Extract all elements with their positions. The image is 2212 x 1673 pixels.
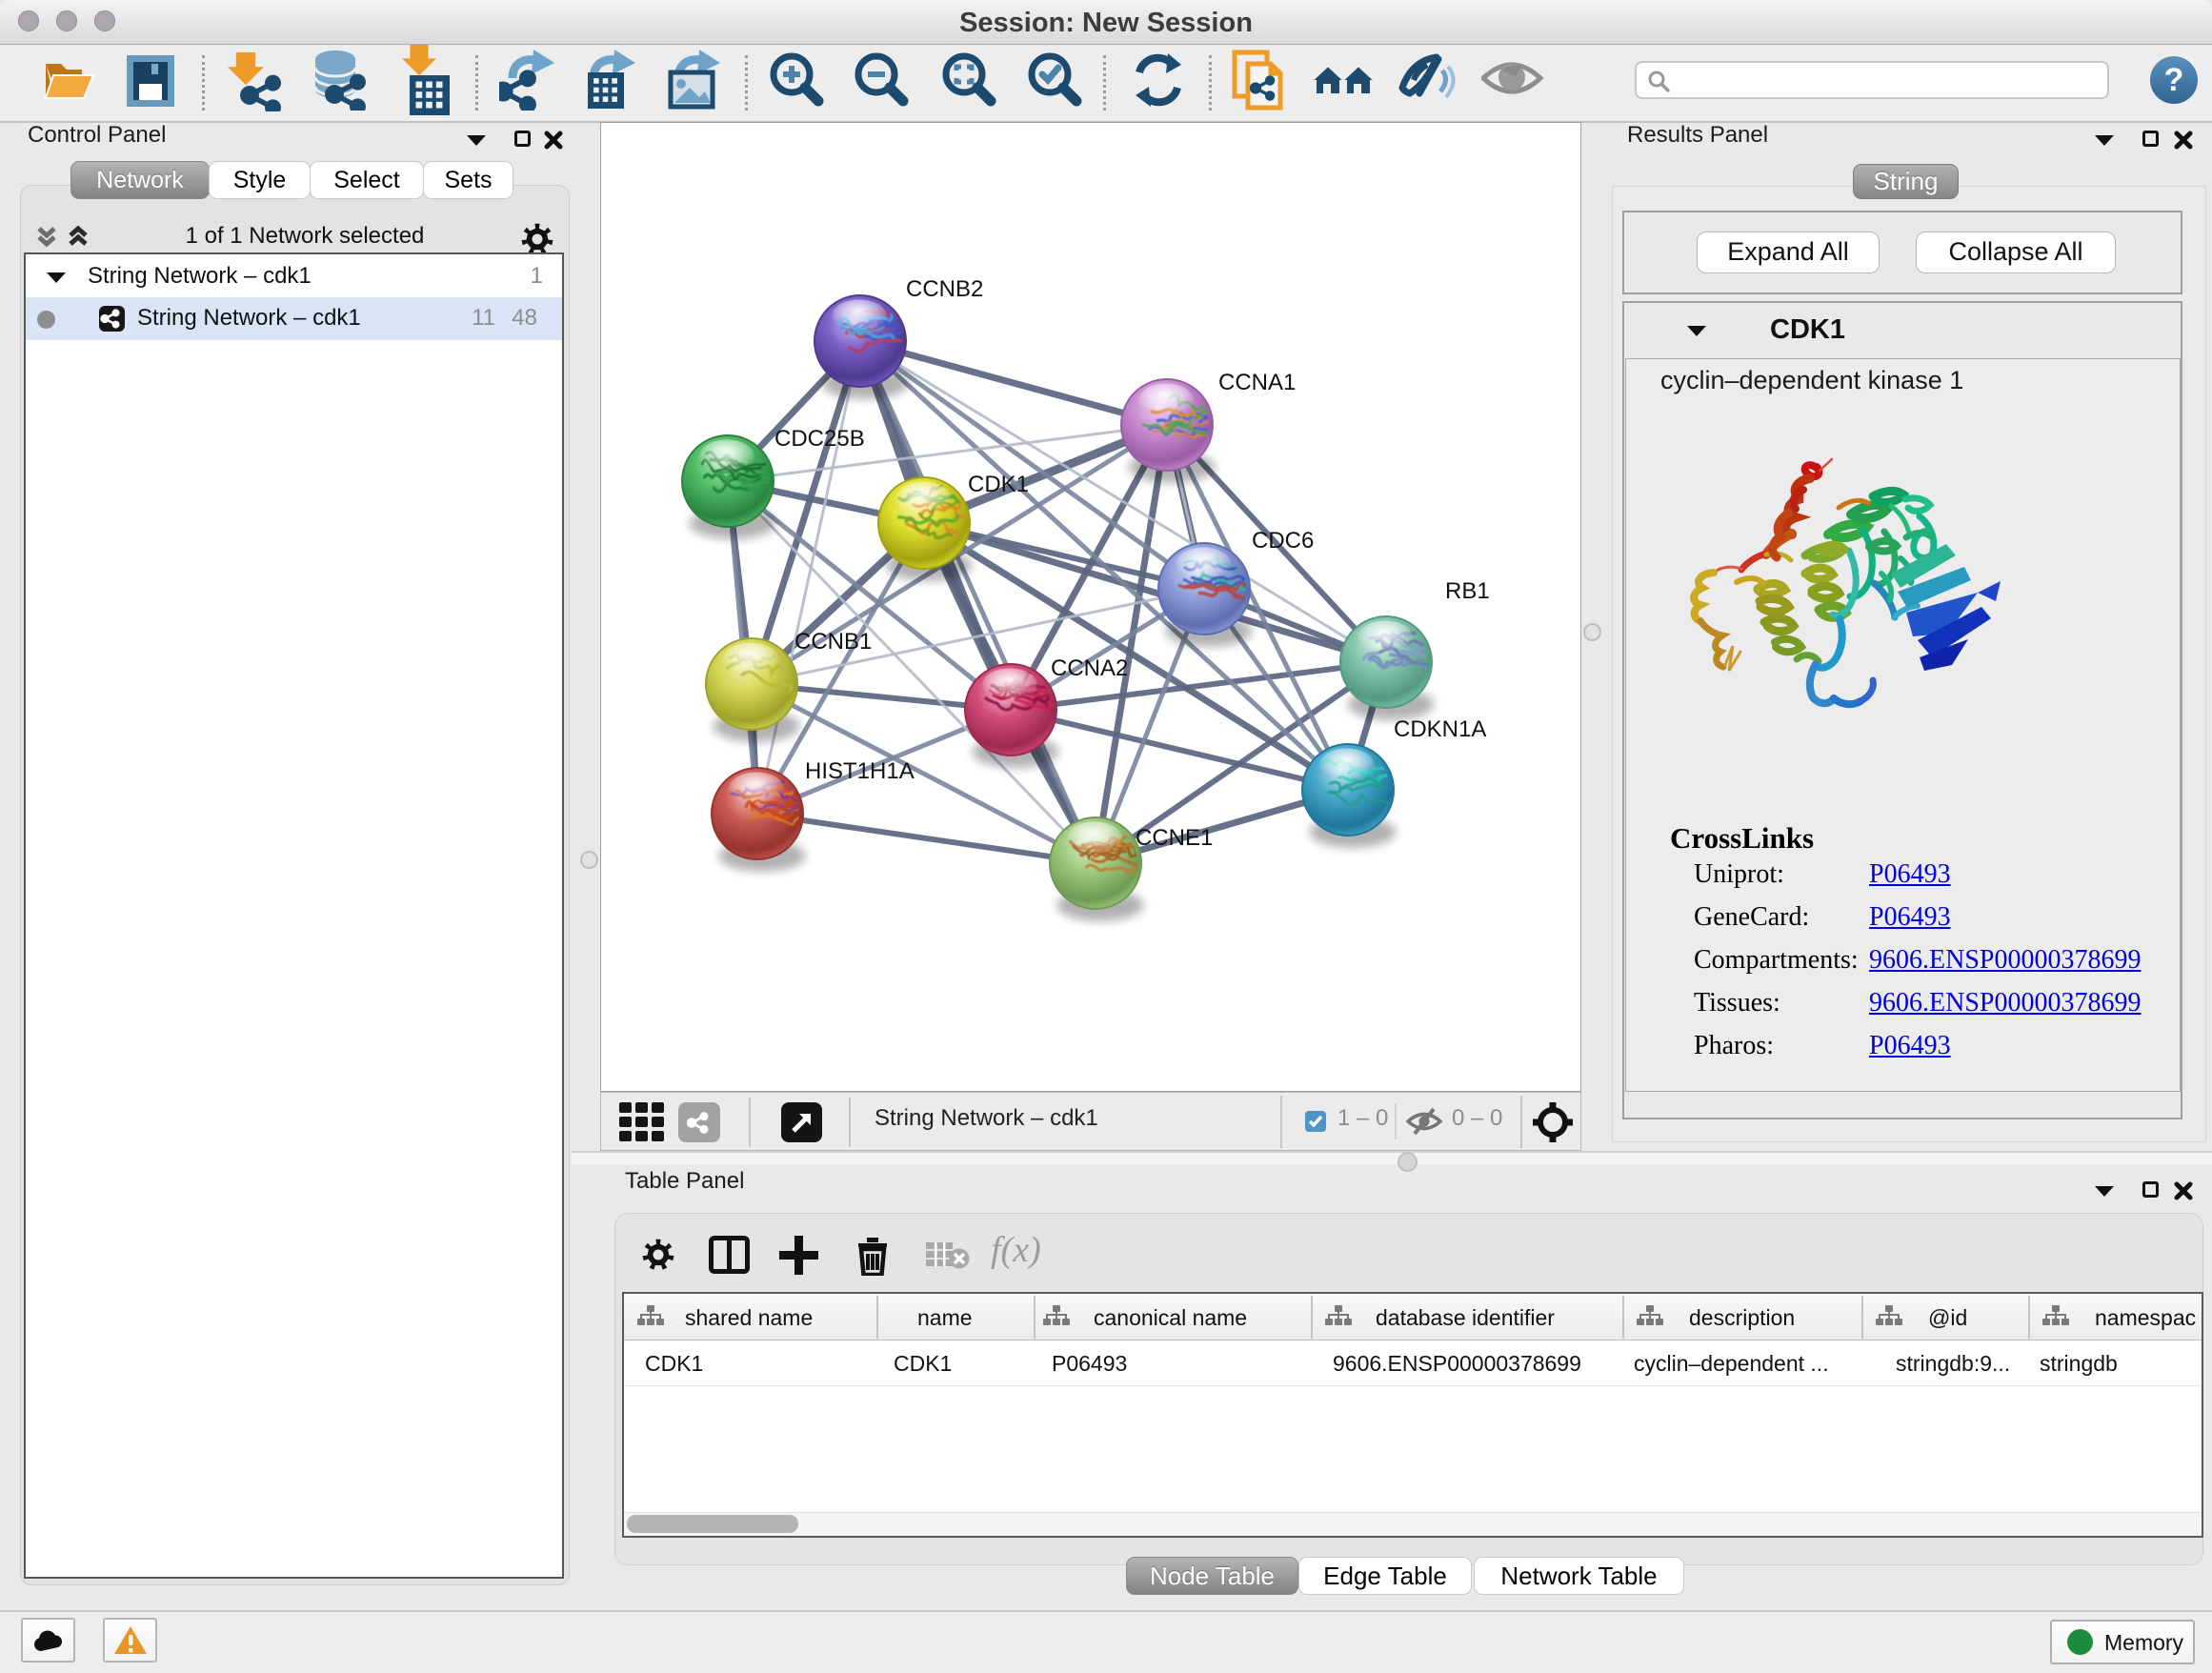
svg-text:CDC6: CDC6 [1252,528,1314,554]
svg-text:CDKN1A: CDKN1A [1394,716,1486,742]
svg-text:CCNB2: CCNB2 [906,276,983,302]
svg-text:CCNA1: CCNA1 [1218,370,1296,395]
svg-text:HIST1H1A: HIST1H1A [805,758,915,784]
svg-text:CDC25B: CDC25B [774,426,865,452]
svg-text:CCNE1: CCNE1 [1136,825,1213,851]
svg-text:RB1: RB1 [1445,578,1490,604]
svg-text:CCNB1: CCNB1 [794,629,872,655]
svg-text:CDK1: CDK1 [968,472,1029,497]
svg-text:CCNA2: CCNA2 [1051,655,1128,681]
